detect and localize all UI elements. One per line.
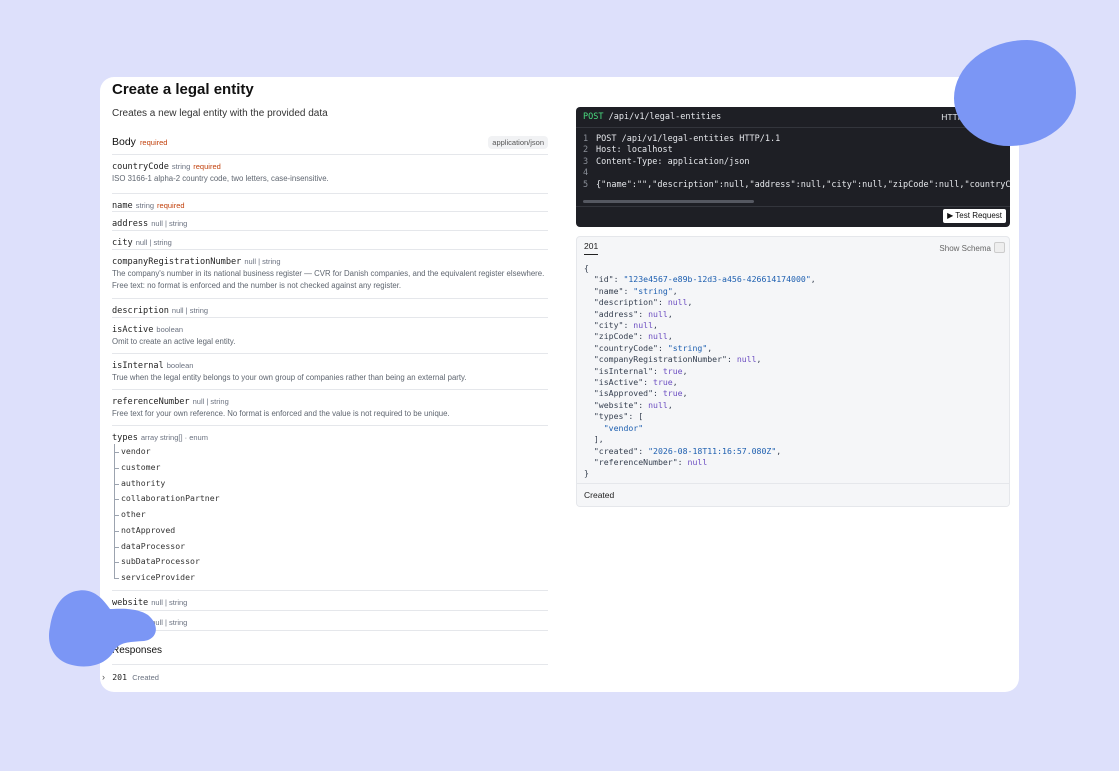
response-json: { "id": "123e4567-e89b-12d3-a456-4266141… [584,263,816,479]
property-required-badge: required [157,201,185,210]
property-website: website null | string [112,591,548,611]
property-description: The company's number in its national bus… [112,269,545,290]
play-icon: ▶ [947,211,954,220]
property-name: isInternal [112,361,164,371]
response-label: Created [132,673,159,682]
enum-value: other [112,507,548,523]
property-description: Omit to create an active legal entity. [112,337,236,346]
property-type: null | string [192,397,229,406]
enum-value: authority [112,475,548,492]
test-request-label: Test Request [955,211,1002,220]
body-required-label: required [139,138,168,147]
property-name: city [112,238,133,248]
enum-value: dataProcessor [112,538,548,555]
line-text: POST /api/v1/legal-entities HTTP/1.1 [596,134,781,144]
property-address: address null | string [112,212,548,231]
enum-value: vendor [112,444,548,460]
response-code: 201 [112,672,128,682]
property-name: name string required [112,194,548,212]
property-isActive: isActive boolean Omit to create an active … [112,318,548,354]
response-footer: Created [577,483,1009,506]
property-description: Free text for your own reference. No for… [112,409,450,418]
code-line: 2 Host: localhost [583,145,1010,156]
property-name: description [112,306,169,316]
property-types: types array string[] · enum vendor customer… [112,426,548,591]
line-number: 5 [583,179,589,190]
property-type: boolean [156,325,184,334]
property-name: referenceNumber [112,397,190,407]
line-number: 2 [583,145,589,156]
code-line: 1 POST /api/v1/legal-entities HTTP/1.1 [583,134,1010,145]
body-header: Body required application/json [112,136,548,155]
request-footer: ▶ Test Request [576,206,1010,227]
property-name: countryCode [112,162,169,172]
chevron-right-icon: › [102,672,105,682]
property-type: null | string [135,238,172,247]
body-title: Body required [112,136,168,148]
response-example-panel: 201 Show Schema { "id": "123e4567-e89b-1… [576,236,1010,507]
property-type: null | string [171,306,209,315]
request-path: /api/v1/legal-entities [608,112,722,122]
line-text: Host: localhost [596,145,673,156]
line-text: Content-Type: application/json [596,156,750,167]
code-line: 4 [583,168,1010,179]
property-description: ISO 3166-1 alpha-2 country code, two let… [112,174,329,183]
property-type: string [171,162,191,171]
request-code: 1 POST /api/v1/legal-entities HTTP/1.1 2 Ho… [576,128,1010,191]
property-type: array string[] · enum [140,433,208,442]
enum-value: subDataProcessor [112,554,548,570]
response-tabs: 201 Show Schema [577,237,1009,257]
property-name: companyRegistrationNumber [112,257,242,267]
enum-value: collaborationPartner [112,491,548,507]
response-201-row[interactable]: › 201 Created [102,672,159,682]
code-line: 3 Content-Type: application/json [583,157,1010,168]
method-label: POST [583,112,604,122]
enum-value: serviceProvider [112,570,548,586]
property-name: name [112,201,133,211]
enum-value: customer [112,459,548,476]
property-name: types [112,433,138,443]
responses-divider [112,664,548,665]
property-required-badge: required [193,162,221,171]
enum-list: vendor customer authority collaborationPart… [112,444,548,586]
property-name: isActive [112,325,154,335]
request-header: POST /api/v1/legal-entities HTTP HTTP/1.… [576,107,1010,128]
property-zipCode: zipCodenull | string [112,611,548,631]
line-number: 1 [583,134,589,144]
request-example-panel: POST /api/v1/legal-entities HTTP HTTP/1.… [576,107,1010,227]
api-reference-card: Create a legal entity Creates a new lega… [100,77,1019,692]
test-request-button[interactable]: ▶ Test Request [943,209,1006,223]
json-id: "123e4567-e89b-12d3-a456-426614174000" [623,274,811,285]
page-title: Create a legal entity [112,81,254,98]
property-countryCode: countryCode string required ISO 3166-1 alph… [112,155,548,194]
page-description: Creates a new legal entity with the prov… [112,108,328,119]
property-type: null | string [244,257,281,266]
response-status-label: Created [584,490,615,500]
property-referenceNumber: referenceNumber null | string Free text fo… [112,390,548,426]
enum-value: notApproved [112,522,548,539]
content-type-badge[interactable]: application/json [488,136,548,149]
code-line: 5 {"name":"","description":null,"address"… [583,180,1010,191]
line-number: 3 [583,156,589,167]
property-type: string [135,201,155,210]
property-name: address [112,219,149,229]
property-description: description null | string [112,299,548,318]
property-description: True when the legal entity belongs to yo… [112,373,467,382]
property-isInternal: isInternal boolean True when the legal ent… [112,354,548,390]
property-city: city null | string [112,231,548,250]
line-number: 4 [583,168,589,179]
property-companyRegistrationNumber: companyRegistrationNumber null | string Th… [112,250,548,299]
property-type: null | string [151,219,188,228]
property-type: boolean [166,361,194,370]
decorative-blob-bottom-left [48,590,156,667]
show-schema-checkbox[interactable] [994,242,1005,253]
code-scrollbar[interactable] [583,200,754,203]
line-text: {"name":"","description":null,"address":… [596,179,1010,190]
decorative-blob-top-right [954,40,1076,146]
show-schema-toggle[interactable]: Show Schema [939,242,1005,253]
tab-201[interactable]: 201 [584,241,599,255]
